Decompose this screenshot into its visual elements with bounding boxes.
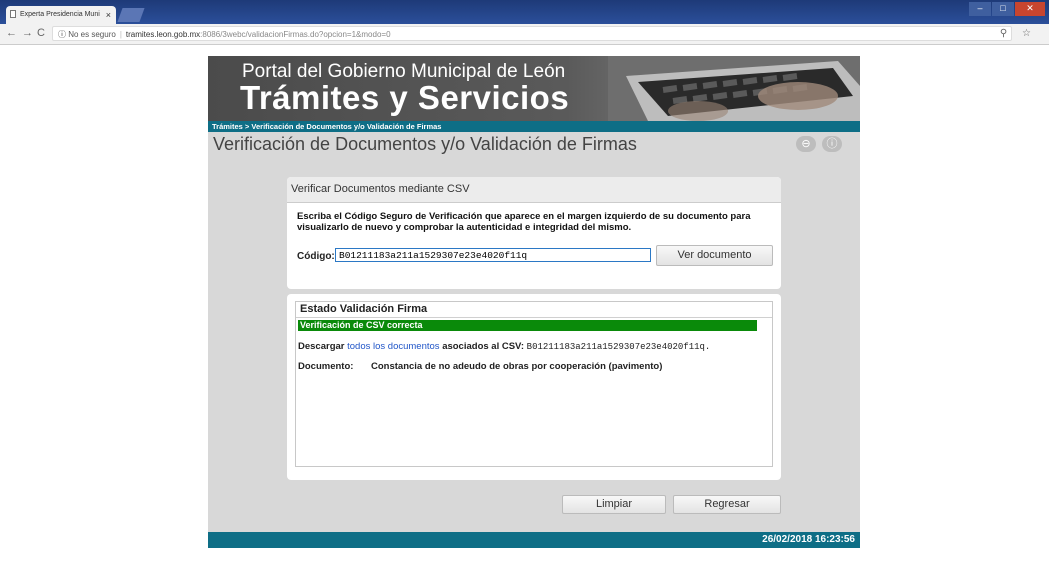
forward-arrow-icon[interactable]: → <box>22 27 33 39</box>
info-circle-icon[interactable]: ⓘ <box>822 136 842 152</box>
browser-tab-bar: Experta Presidencia Muni × – □ ✕ <box>0 0 1049 24</box>
security-label: No es seguro <box>68 30 116 39</box>
maximize-icon[interactable]: □ <box>992 2 1014 16</box>
status-title: Estado Validación Firma <box>300 303 428 315</box>
download-prefix: Descargar <box>298 341 345 352</box>
banner-title: Trámites y Servicios <box>240 79 570 116</box>
minimize-icon[interactable]: – <box>969 2 991 16</box>
csv-panel-header: Verificar Documentos mediante CSV <box>287 177 781 203</box>
close-window-icon[interactable]: ✕ <box>1015 2 1045 16</box>
document-icon <box>10 10 16 18</box>
info-icon: ⓘ <box>58 30 66 39</box>
browser-tab[interactable]: Experta Presidencia Muni × <box>6 6 116 24</box>
url-path: :8086/3webc/validacionFirmas.do?opcion=1… <box>200 30 391 39</box>
view-document-button[interactable]: Ver documento <box>656 245 773 266</box>
portal-banner: Portal del Gobierno Municipal de León Tr… <box>208 56 860 121</box>
divider <box>296 317 772 318</box>
code-label: Código: <box>297 251 335 262</box>
document-row: Documento: Constancia de no adeudo de ob… <box>298 361 662 372</box>
close-tab-icon[interactable]: × <box>106 6 111 24</box>
url-field[interactable]: ⓘ No es seguro | tramites.leon.gob.mx:8086… <box>52 26 1012 41</box>
download-row: Descargar todos los documentos asociados… <box>298 341 710 352</box>
status-box: Estado Validación Firma Verificación de … <box>295 301 773 467</box>
csv-instructions: Escriba el Código Seguro de Verificación… <box>297 211 751 233</box>
laptop-keyboard-image <box>608 56 860 121</box>
page-container: Portal del Gobierno Municipal de León Tr… <box>208 56 860 548</box>
document-value: Constancia de no adeudo de obras por coo… <box>371 361 663 372</box>
signature-status-panel: Estado Validación Firma Verificación de … <box>287 294 781 480</box>
page-title: Verificación de Documentos y/o Validació… <box>213 134 637 154</box>
tab-title: Experta Presidencia Muni <box>20 11 100 18</box>
reload-icon[interactable]: C <box>37 27 45 39</box>
document-label: Documento: <box>298 361 354 372</box>
footer-timestamp: 26/02/2018 16:23:56 <box>208 532 860 548</box>
url-host: tramites.leon.gob.mx <box>125 30 201 39</box>
zoom-bookmark-icons[interactable]: ⚲ ☆ <box>1000 28 1037 39</box>
back-circle-icon[interactable]: ⊖ <box>796 136 816 152</box>
address-bar-row: ← → C ⓘ No es seguro | tramites.leon.gob.m… <box>0 24 1049 45</box>
breadcrumb[interactable]: Trámites > Verificación de Documentos y/… <box>208 121 860 132</box>
back-button[interactable]: Regresar <box>673 495 781 514</box>
download-all-link[interactable]: todos los documentos <box>347 341 439 352</box>
window-controls: – □ ✕ <box>968 2 1045 16</box>
clear-button[interactable]: Limpiar <box>562 495 666 514</box>
csv-code-input[interactable]: B01211183a211a1529307e23e4020f11q <box>335 248 651 262</box>
back-arrow-icon[interactable]: ← <box>6 27 17 39</box>
new-tab-button[interactable] <box>117 8 145 22</box>
download-middle: asociados al CSV: <box>442 341 525 352</box>
csv-verification-panel: Verificar Documentos mediante CSV Escrib… <box>287 177 781 289</box>
csv-code-value: B01211183a211a1529307e23e4020f11q. <box>526 342 711 352</box>
success-banner: Verificación de CSV correcta <box>298 320 757 331</box>
